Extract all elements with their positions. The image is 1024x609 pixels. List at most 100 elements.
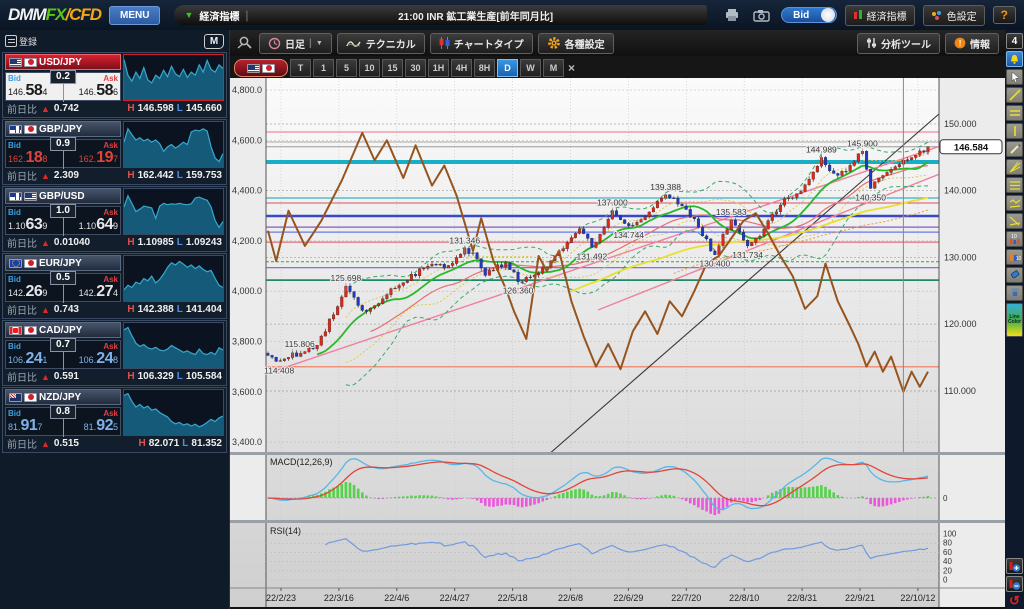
date-tick: 22/8/31 (787, 593, 817, 603)
technical-button[interactable]: テクニカル (336, 32, 425, 54)
fibonacci-fan-icon[interactable] (1006, 159, 1023, 175)
timeframe-10[interactable]: 10 (359, 59, 380, 77)
mini-chart[interactable] (123, 54, 224, 101)
help-button[interactable]: ? (992, 6, 1016, 24)
printer-icon[interactable] (721, 6, 743, 24)
ask-price[interactable]: 106.248 (79, 350, 118, 368)
bar-count-blue-icon[interactable]: 10 (1006, 249, 1023, 265)
quote-box[interactable]: Bid Ask 0.9 162.188 162.197 (5, 137, 121, 169)
timeframe-5[interactable]: 5 (336, 59, 357, 77)
pair-panel[interactable]: GBP/USD Bid Ask 1.0 1.10639 1.10649 前日比 … (2, 186, 227, 252)
mini-chart[interactable] (123, 255, 224, 302)
undo-arrow-icon[interactable]: ↺ (1006, 593, 1023, 609)
ask-price[interactable]: 146.586 (79, 82, 118, 100)
low-label: L (176, 103, 183, 114)
low-label: L (176, 371, 183, 382)
active-pair-tab[interactable] (234, 59, 288, 77)
bar-count-red-icon[interactable]: 10 (1006, 231, 1023, 247)
change-value: 0.591 (53, 371, 79, 382)
mini-chart[interactable] (123, 188, 224, 235)
ask-price[interactable]: 142.274 (79, 283, 118, 301)
date-tick: 22/6/8 (558, 593, 583, 603)
timeframe-8H[interactable]: 8H (474, 59, 495, 77)
svg-text:80: 80 (943, 539, 952, 548)
high-label: H (127, 371, 135, 382)
right-axis-tick: 130.000 (944, 252, 977, 262)
trash-icon[interactable] (1006, 285, 1023, 301)
settings-button[interactable]: 各種設定 (537, 32, 614, 54)
left-axis-tick: 3,800.0 (232, 337, 262, 347)
date-tick: 22/4/6 (384, 593, 409, 603)
quote-box[interactable]: Bid Ask 0.7 106.241 106.248 (5, 338, 121, 370)
up-triangle-icon: ▲ (41, 438, 50, 449)
bid-price[interactable]: 142.269 (8, 283, 47, 301)
ask-price[interactable]: 162.197 (79, 149, 118, 167)
pair-panel[interactable]: EUR/JPY Bid Ask 0.5 142.269 142.274 前日比 … (2, 253, 227, 319)
period-dropdown[interactable]: 日足 | ▼ (259, 32, 332, 54)
mini-chart[interactable] (123, 121, 224, 168)
spread-value: 0.9 (50, 137, 76, 151)
ask-price[interactable]: 1.10649 (79, 216, 118, 234)
quote-box[interactable]: Bid Ask 0.8 81.917 81.925 (5, 405, 121, 437)
analysis-tools-button[interactable]: 分析ツール (857, 32, 940, 54)
pair-panel[interactable]: USD/JPY Bid Ask 0.2 146.584 146.586 前日比 … (2, 52, 227, 118)
mode-button[interactable]: M (204, 33, 224, 49)
high-label: H (127, 170, 135, 181)
menu-button[interactable]: MENU (109, 5, 161, 25)
magnifier-icon[interactable] (236, 35, 254, 51)
info-button[interactable]: ! 情報 (945, 32, 999, 54)
trend-line-icon[interactable] (1006, 87, 1023, 103)
camera-icon[interactable] (751, 6, 773, 24)
low-value: 81.352 (191, 438, 222, 449)
bid-price[interactable]: 106.241 (8, 350, 47, 368)
timeframe-1H[interactable]: 1H (428, 59, 449, 77)
app-logo: DMMFX/CFD (8, 5, 102, 24)
vertical-line-icon[interactable] (1006, 123, 1023, 139)
rsi-label: RSI(14) (270, 526, 301, 536)
chart-type-button[interactable]: チャートタイプ (429, 32, 533, 54)
bid-price[interactable]: 162.188 (8, 149, 47, 167)
eraser-icon[interactable] (1006, 267, 1023, 283)
bid-price[interactable]: 1.10639 (8, 216, 47, 234)
bid-price[interactable]: 81.917 (8, 417, 42, 435)
timeframe-T[interactable]: T (290, 59, 311, 77)
svg-text:!: ! (959, 38, 962, 48)
economic-news-ticker[interactable]: ▼ 経済指標 | 21:00 INR 鉱工業生産[前年同月比] (174, 5, 707, 25)
color-settings-button[interactable]: 色設定 (922, 4, 985, 26)
price-chart[interactable]: 4,800.0 4,600.0 4,400.0 4,200.0 4,000.0 3,800… (230, 78, 1005, 609)
cursor-icon[interactable] (1006, 69, 1023, 85)
quote-box[interactable]: Bid Ask 1.0 1.10639 1.10649 (5, 204, 121, 236)
pair-header: GBP/USD (5, 188, 121, 204)
alarm-bell-icon[interactable] (1006, 51, 1023, 67)
quote-box[interactable]: Bid Ask 0.2 146.584 146.586 (5, 70, 121, 102)
horizontal-line-icon[interactable] (1006, 105, 1023, 121)
timeframe-15[interactable]: 15 (382, 59, 403, 77)
ask-price[interactable]: 81.925 (84, 417, 118, 435)
line-color-button[interactable]: Line Color (1006, 303, 1023, 337)
close-tab-icon[interactable]: × (568, 59, 575, 77)
mini-chart[interactable] (123, 322, 224, 369)
bid-ask-toggle[interactable]: Bid (780, 7, 837, 23)
parallel-lines-icon[interactable] (1006, 177, 1023, 193)
timeframe-D[interactable]: D (497, 59, 518, 77)
freehand-draw-icon[interactable] (1006, 141, 1023, 157)
timeframe-W[interactable]: W (520, 59, 541, 77)
register-button[interactable]: 登録 (5, 35, 37, 48)
timeframe-30[interactable]: 30 (405, 59, 426, 77)
pair-panel[interactable]: GBP/JPY Bid Ask 0.9 162.188 162.197 前日比 … (2, 119, 227, 185)
pair-panel[interactable]: NZD/JPY Bid Ask 0.8 81.917 81.925 前日比 ▲ (2, 387, 227, 453)
pair-panel[interactable]: CAD/JPY Bid Ask 0.7 106.241 106.248 前日比 … (2, 320, 227, 386)
quote-box[interactable]: Bid Ask 0.5 142.269 142.274 (5, 271, 121, 303)
timeframe-4H[interactable]: 4H (451, 59, 472, 77)
high-value: 1.10985 (137, 237, 174, 248)
candle-zoom-in-icon[interactable] (1006, 558, 1023, 574)
mini-chart[interactable] (123, 389, 224, 436)
timeframe-1[interactable]: 1 (313, 59, 334, 77)
layout-count-button[interactable]: 4 (1006, 33, 1023, 49)
wave-channel-icon[interactable] (1006, 195, 1023, 211)
angle-line-icon[interactable] (1006, 213, 1023, 229)
bid-price[interactable]: 146.584 (8, 82, 47, 100)
candle-zoom-out-icon[interactable] (1006, 576, 1023, 592)
economic-indicators-button[interactable]: 経済指標 (844, 4, 915, 26)
timeframe-M[interactable]: M (543, 59, 564, 77)
